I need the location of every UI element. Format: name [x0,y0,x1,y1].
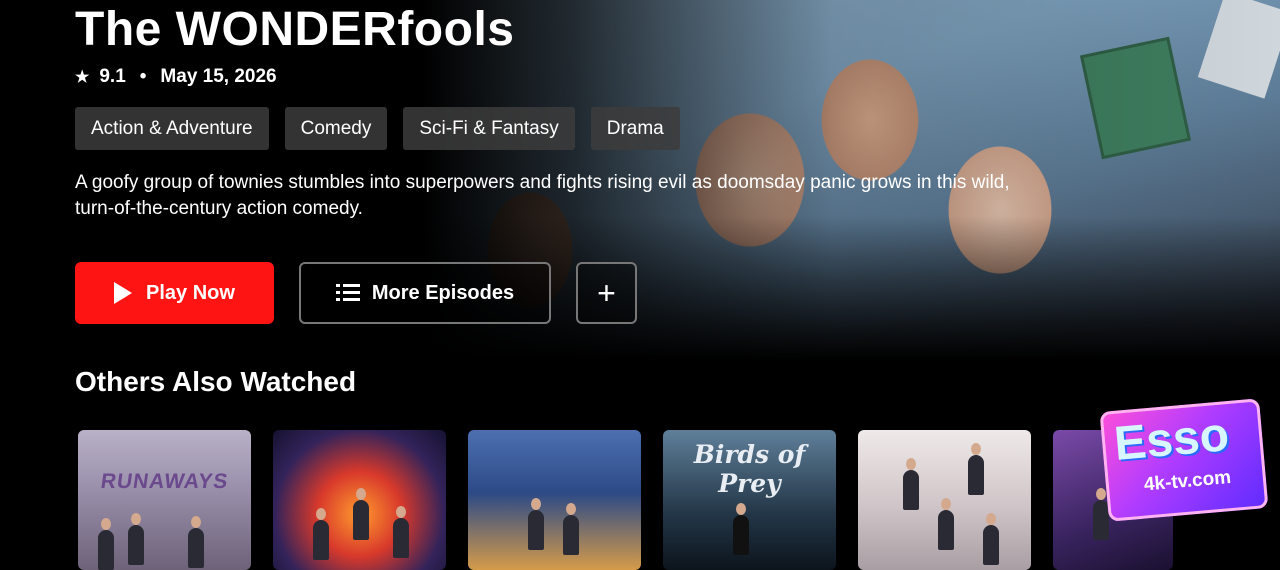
show-description: A goofy group of townies stumbles into s… [75,172,1010,219]
watermark-site: 4k-tv.com [1143,467,1232,496]
plus-icon: + [597,274,616,311]
show-title: The WONDERfools [75,3,515,56]
character-figure [733,503,749,555]
list-icon [335,284,360,302]
show-meta: ★ 9.1 • May 15, 2026 [75,66,277,88]
character-figure [393,506,409,558]
release-date: May 15, 2026 [160,66,277,87]
more-episodes-button[interactable]: More Episodes [299,262,551,324]
card-title-art: RUNAWAYS [99,470,230,493]
genre-list: Action & Adventure Comedy Sci-Fi & Fanta… [75,107,680,150]
more-episodes-label: More Episodes [371,281,515,304]
character-figure [563,503,579,555]
character-figure [188,516,204,568]
character-figure [983,513,999,565]
character-figure [313,508,329,560]
recommendation-card[interactable] [273,430,446,570]
character-figure [938,498,954,550]
recommendation-row: RUNAWAYS Birds of Prey [78,430,1173,570]
add-to-list-button[interactable]: + [576,262,637,324]
recommendation-card[interactable]: RUNAWAYS [78,430,251,570]
recommendation-card[interactable] [468,430,641,570]
play-now-button[interactable]: Play Now [75,262,274,324]
genre-chip[interactable]: Comedy [284,107,388,150]
card-title-art: Birds of Prey [693,440,806,498]
genre-chip[interactable]: Action & Adventure [75,107,269,150]
play-now-label: Play Now [146,281,235,304]
character-figure [1093,488,1109,540]
genre-chip[interactable]: Sci-Fi & Fantasy [403,107,575,150]
rating-value: 9.1 [99,66,126,87]
watermark-brand: Esso [1112,408,1231,471]
character-figure [128,513,144,565]
play-icon [114,282,133,304]
character-figure [903,458,919,510]
character-figure [98,518,114,570]
section-title: Others Also Watched [75,366,357,397]
recommendation-card[interactable] [858,430,1031,570]
star-icon: ★ [75,69,90,86]
recommendation-card[interactable]: Birds of Prey [663,430,836,570]
watermark-logo: Esso 4k-tv.com [1099,398,1269,522]
character-figure [968,443,984,495]
genre-chip[interactable]: Drama [590,107,680,150]
character-figure [353,488,369,540]
character-figure [528,498,544,550]
meta-separator: • [139,66,147,87]
